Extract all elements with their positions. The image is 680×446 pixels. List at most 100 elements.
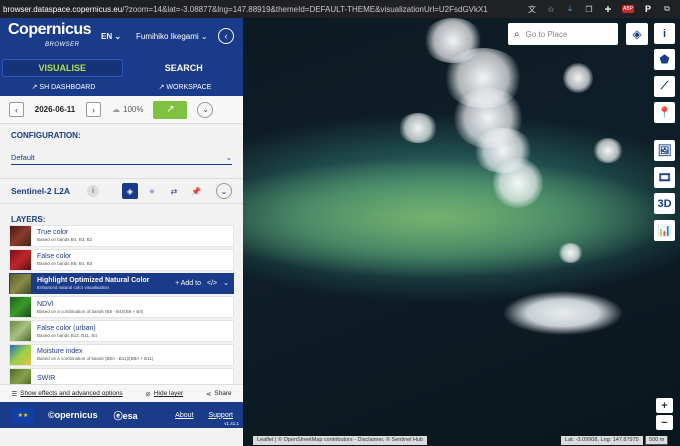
share-icon: ⋖ — [205, 390, 212, 398]
eye-slash-icon: ⊘ — [145, 390, 151, 398]
expand-dataset-button[interactable]: ⌄ — [216, 183, 232, 199]
cloud-overlay — [398, 113, 438, 143]
external-link-icon: ↗ — [31, 84, 38, 91]
layers-stack-button[interactable]: ◈ — [122, 183, 138, 199]
expand-date-options-button[interactable]: ⌄ — [197, 101, 214, 118]
workspace-link[interactable]: ↗ WORKSPACE — [159, 83, 212, 91]
list-item[interactable]: NDVI Based on a combination of bands (B8 … — [9, 296, 234, 319]
plus-icon: + — [175, 279, 180, 287]
bookmark-star-icon[interactable]: ☆ — [546, 4, 556, 14]
collapse-double-chevron-icon[interactable]: ⌄ — [223, 279, 229, 287]
list-item[interactable]: True color Based on bands B4, B3, B2 — [9, 225, 234, 247]
date-picker[interactable]: 2026-06-11 — [28, 105, 82, 114]
browser-toolbar: browser.dataspace.copernicus.eu/?zoom=14… — [0, 0, 680, 18]
satellite-map[interactable]: ⌕ Go to Place ◈ i ⬟ ⟋ 📍 🖼 🎞 3D 📊 + − Lea… — [243, 18, 680, 446]
copy-icon[interactable]: ❐ — [584, 4, 594, 14]
layer-name: True color — [37, 229, 69, 237]
extensions-icon[interactable]: ✚ — [603, 4, 613, 14]
collapse-sidebar-button[interactable]: ‹ — [218, 28, 234, 44]
plus-icon: + — [661, 399, 668, 412]
layers-icon: ◈ — [126, 186, 134, 196]
code-icon[interactable]: </> — [207, 280, 217, 287]
layer-thumbnail — [10, 273, 31, 294]
list-item[interactable]: Moisture index Based on a combination of … — [9, 343, 234, 366]
url-path: /?zoom=14&lat=-3.08877&lng=147.88919&the… — [122, 4, 488, 14]
arrow-up-right-icon: ↗ — [166, 104, 175, 115]
layer-thumbnail — [10, 297, 31, 318]
map-layers-button[interactable]: ◈ — [626, 23, 648, 45]
info-tool-button[interactable]: i — [654, 23, 675, 44]
layer-thumbnail — [10, 225, 31, 246]
sh-dashboard-link[interactable]: ↗ SH DASHBOARD — [32, 83, 96, 91]
image-download-button[interactable]: 🖼 — [654, 140, 675, 161]
chevron-down-icon: ⌄ — [202, 105, 209, 114]
cloud-overlay — [493, 158, 543, 208]
search-placeholder: Go to Place — [525, 29, 568, 39]
esa-logo[interactable]: ⓔesa — [114, 409, 138, 422]
sh-dashboard-label: SH DASHBOARD — [39, 84, 96, 91]
workspace-label: WORKSPACE — [166, 84, 212, 91]
list-item-selected[interactable]: Highlight Optimized Natural Color Enhance… — [9, 272, 234, 295]
tab-search[interactable]: SEARCH — [125, 58, 244, 78]
poi-tool-button[interactable]: 📍 — [654, 102, 675, 123]
cloud-icon: ☁ — [112, 105, 120, 114]
share-label: Share — [214, 390, 232, 397]
layer-name: False color — [37, 253, 72, 261]
cloud-overlay — [558, 243, 583, 263]
ruler-icon: ⟋ — [660, 80, 669, 92]
zoom-out-button[interactable]: − — [656, 415, 673, 430]
search-icon: ⌕ — [514, 28, 520, 40]
distance-tool-button[interactable]: ⟋ — [654, 76, 675, 97]
show-effects-label: Show effects and advanced options — [20, 390, 123, 397]
address-bar[interactable]: browser.dataspace.copernicus.eu/?zoom=14… — [0, 5, 527, 14]
about-link[interactable]: About — [175, 412, 193, 419]
translate-icon[interactable]: 文 — [527, 4, 537, 14]
support-link[interactable]: Support — [208, 412, 233, 419]
configuration-select[interactable]: Default ⌄ — [11, 151, 232, 165]
configuration-section: CONFIGURATION: Default ⌄ — [0, 124, 243, 165]
pin-button[interactable]: 📌 — [188, 183, 204, 199]
favourites-button[interactable]: ★ — [144, 183, 160, 199]
area-tool-button[interactable]: ⬟ — [654, 49, 675, 70]
previous-date-button[interactable]: ‹ — [9, 102, 24, 117]
adblock-icon[interactable]: ABP — [622, 5, 634, 13]
cloud-overlay — [563, 63, 593, 93]
timelapse-button[interactable]: 🎞 — [654, 167, 675, 188]
cloud-coverage[interactable]: ☁ 100% — [112, 105, 143, 114]
list-item[interactable]: False color (urban) Based on bands B12, B… — [9, 320, 234, 342]
info-icon: i — [662, 27, 667, 40]
dataset-row: Sentinel-2 L2A i ◈ ★ ⇄ 📌 ⌄ — [0, 178, 243, 204]
puzzle-icon[interactable]: ⧉ — [662, 4, 672, 14]
download-icon[interactable]: ⤓ — [565, 4, 575, 14]
3d-view-button[interactable]: 3D — [654, 193, 675, 214]
next-date-button[interactable]: › — [86, 102, 101, 117]
hide-layer-button[interactable]: ⊘ Hide layer — [145, 390, 183, 398]
profile-p-icon[interactable]: P — [643, 4, 653, 14]
tab-visualise[interactable]: VISUALISE — [2, 59, 123, 77]
list-item[interactable]: False color Based on bands B8, B4, B3 — [9, 248, 234, 271]
copernicus-footer-logo[interactable]: ©opernicus — [48, 410, 98, 420]
layer-list: True color Based on bands B4, B3, B2 Fals… — [9, 225, 234, 392]
layer-description: Based on bands B8, B4, B3 — [37, 261, 93, 267]
info-icon[interactable]: i — [87, 185, 99, 197]
user-menu[interactable]: Fumihiko Ikegami ⌄ — [136, 32, 208, 41]
chevron-right-icon: › — [92, 104, 95, 115]
go-to-place-search[interactable]: ⌕ Go to Place — [508, 23, 618, 45]
dataset-name: Sentinel-2 L2A — [11, 186, 71, 196]
language-selector[interactable]: EN ⌄ — [101, 32, 121, 41]
add-to-button[interactable]: + Add to — [175, 280, 201, 287]
zoom-in-button[interactable]: + — [656, 398, 673, 413]
sidebar-footer: ★★ ©opernicus ⓔesa About Support v1.41.1 — [0, 402, 243, 428]
3d-icon: 3D — [657, 197, 672, 210]
visualise-go-button[interactable]: ↗ — [153, 100, 188, 119]
main-tabs: VISUALISE SEARCH — [0, 58, 243, 78]
configuration-title: CONFIGURATION: — [11, 131, 81, 140]
show-effects-button[interactable]: ☰ Show effects and advanced options — [11, 390, 122, 398]
layer-description: Based on a combination of bands (B8A - B… — [37, 356, 154, 362]
histogram-button[interactable]: 📊 — [654, 220, 675, 241]
layer-thumbnail — [10, 321, 31, 342]
star-icon: ★ — [148, 186, 156, 196]
share-button[interactable]: ⋖ Share — [206, 390, 232, 398]
configuration-value: Default — [11, 153, 35, 162]
compare-button[interactable]: ⇄ — [166, 183, 182, 199]
